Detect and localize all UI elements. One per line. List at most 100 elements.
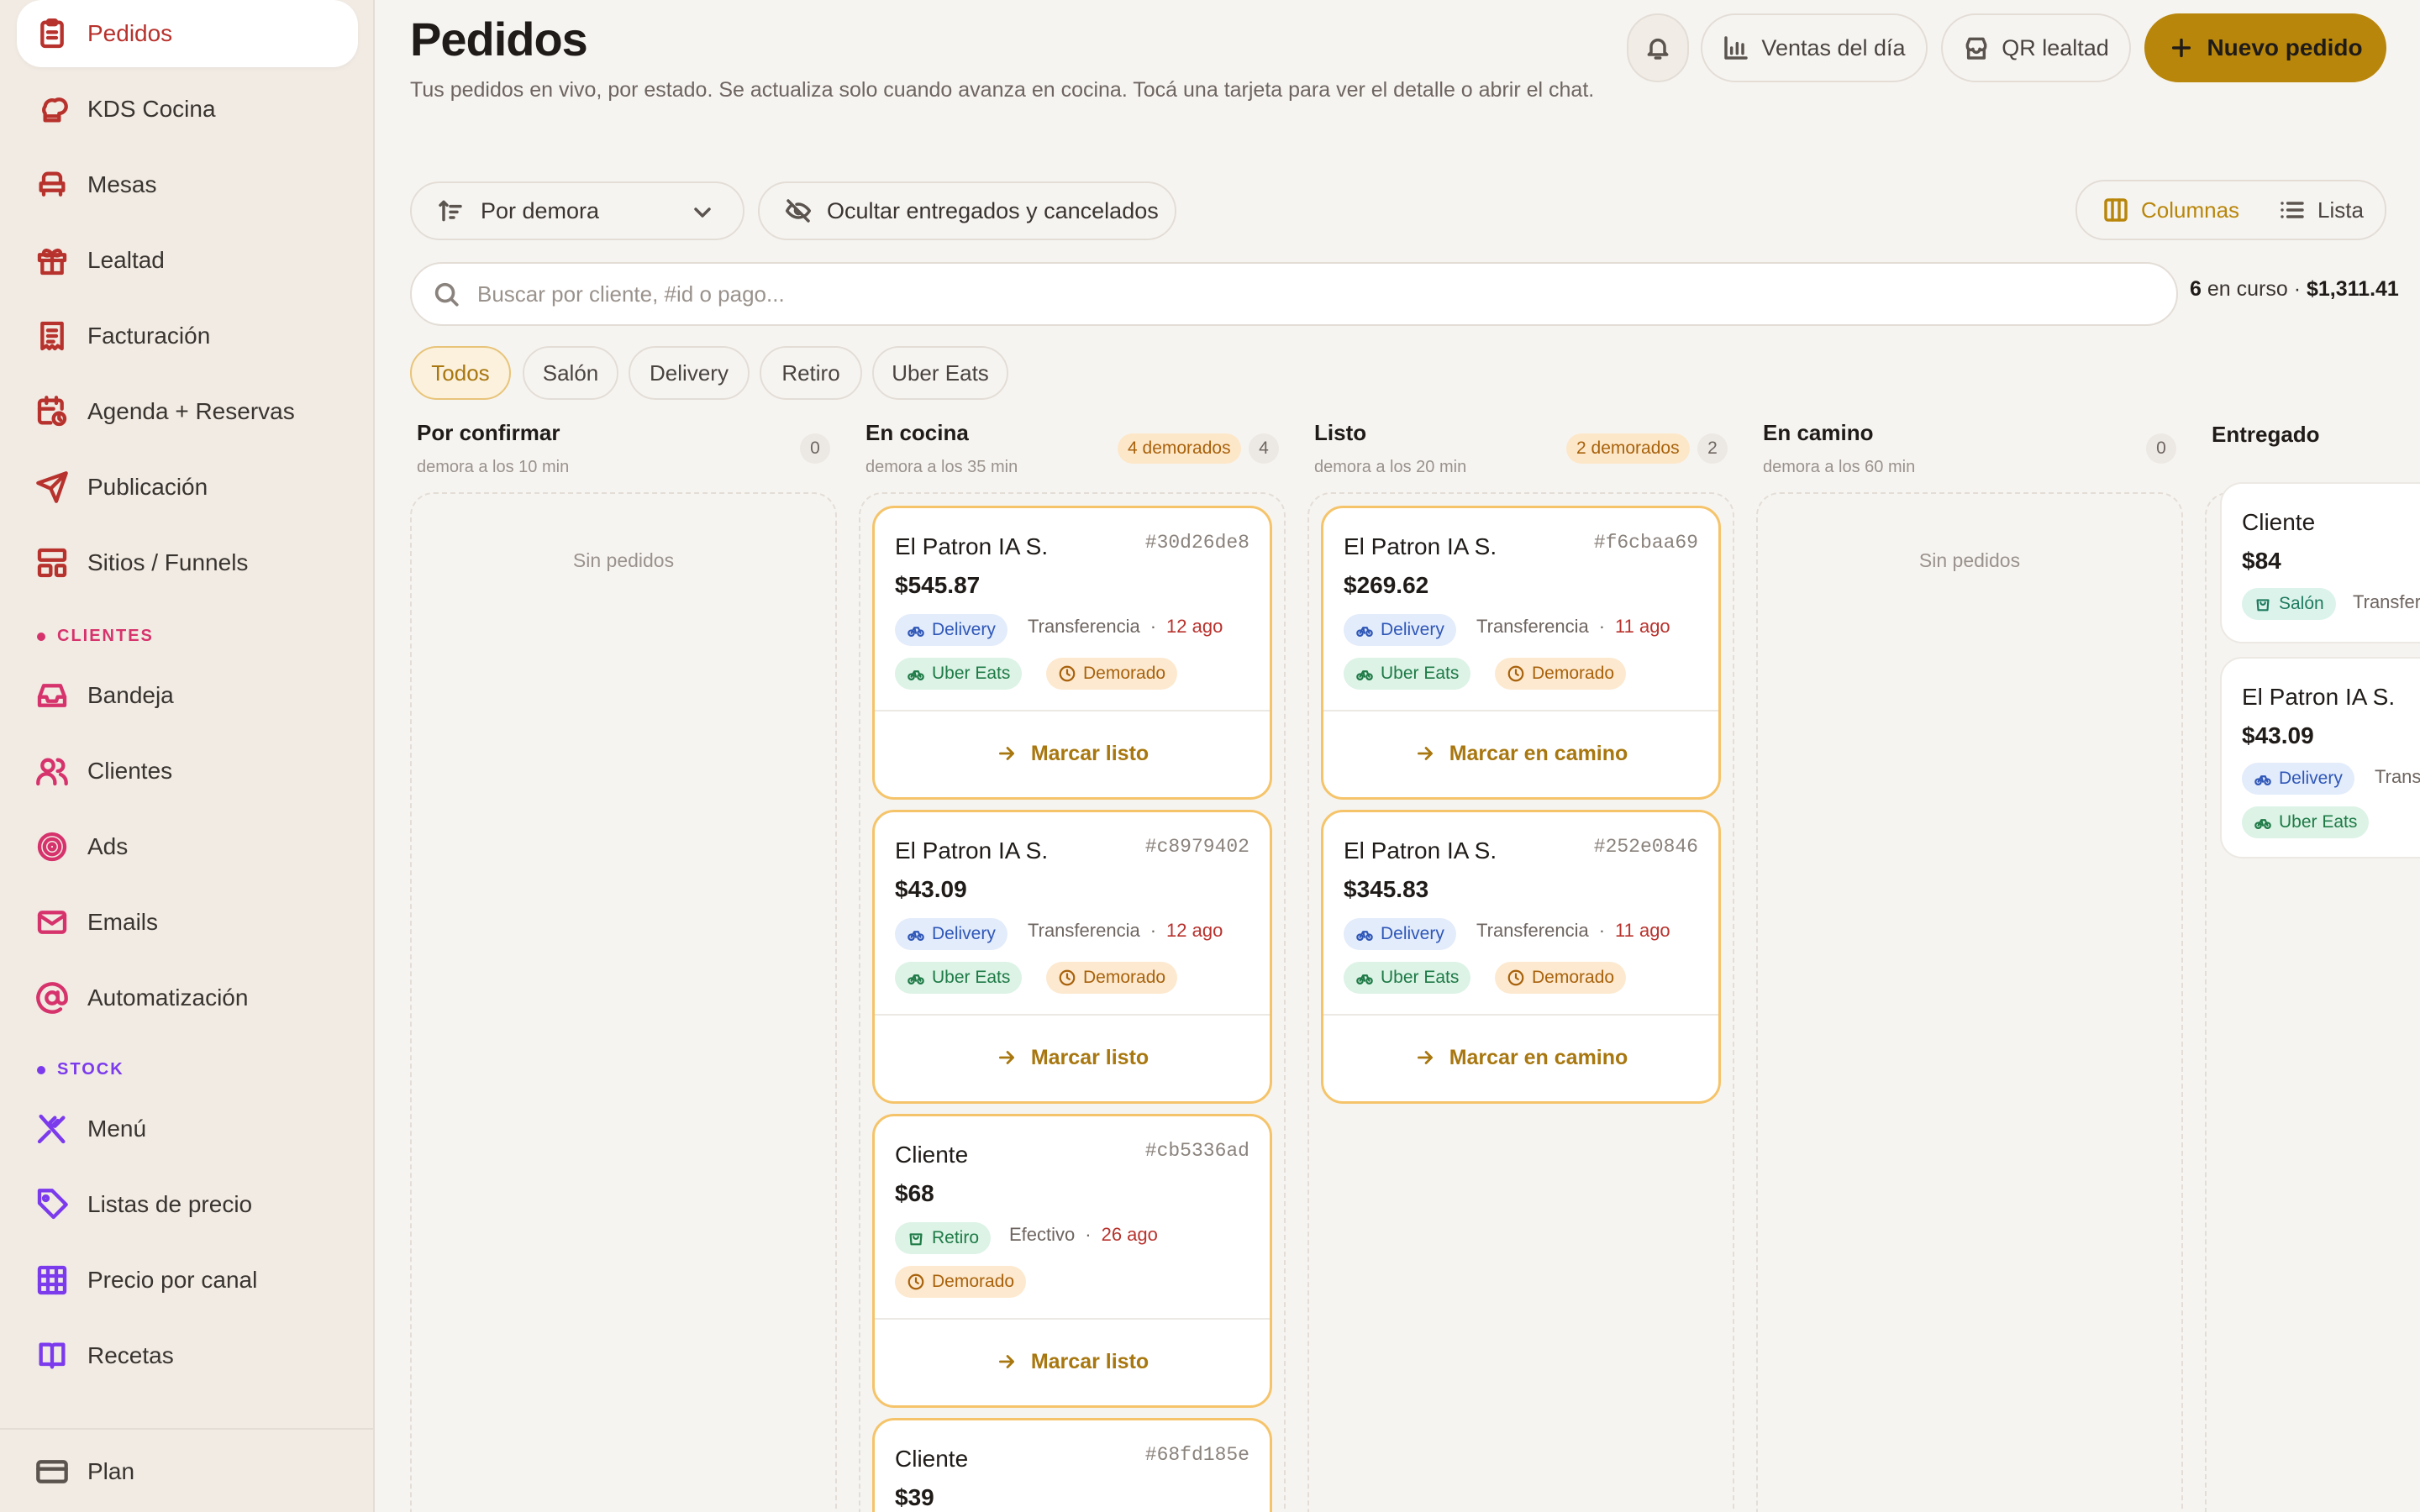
order-card[interactable]: Cliente #cb5336ad $68 Retiro Efectivo · 26… xyxy=(872,1114,1272,1408)
channel-label: Retiro xyxy=(932,1228,980,1247)
orders-summary: 6 en curso · $1,311.41 xyxy=(2190,277,2399,302)
bike-icon xyxy=(908,670,924,680)
sort-value: Por demora xyxy=(481,197,600,223)
notifications-button[interactable] xyxy=(1627,13,1689,82)
customer-name: El Patron IA S. xyxy=(895,533,1049,559)
bike-icon xyxy=(908,627,924,637)
sidebar-item-ads[interactable]: Ads xyxy=(17,813,358,880)
order-card[interactable]: El Patron IA S. $43.09 Delivery Trans Ub… xyxy=(2220,657,2420,858)
sidebar-item-lealtad[interactable]: Lealtad xyxy=(17,227,358,294)
channel-label: Delivery xyxy=(2279,769,2343,788)
nuevo-pedido-button[interactable]: Nuevo pedido xyxy=(2144,13,2386,82)
filter-chip-delivery[interactable]: Delivery xyxy=(629,346,750,400)
clock-icon xyxy=(908,1273,924,1290)
channel-tag: Retiro xyxy=(895,1222,992,1254)
sidebar-item-plan[interactable]: Plan xyxy=(0,1428,373,1512)
order-card[interactable]: El Patron IA S. #252e0846 $345.83 Delive… xyxy=(1321,810,1721,1104)
summary-count: 6 xyxy=(2190,277,2202,301)
late-tag: Demorado xyxy=(1495,962,1627,994)
shopping-bag-icon xyxy=(2256,599,2270,612)
sidebar-item-agenda[interactable]: Agenda + Reservas xyxy=(17,378,358,445)
filter-chip-salon[interactable]: Salón xyxy=(523,346,618,400)
sort-icon xyxy=(439,200,462,222)
sidebar-item-menu[interactable]: Menú xyxy=(17,1095,358,1163)
filter-chip-uber-eats[interactable]: Uber Eats xyxy=(872,346,1008,400)
section-clientes: CLIENTES xyxy=(37,627,154,646)
sidebar-item-publicacion[interactable]: Publicación xyxy=(17,454,358,521)
late-tag: Demorado xyxy=(1046,658,1178,690)
target-icon xyxy=(35,830,69,864)
mark-on-the-way-button[interactable]: Marcar en camino xyxy=(1323,711,1718,795)
section-label: STOCK xyxy=(57,1060,124,1079)
order-age: 11 ago xyxy=(1615,616,1670,637)
sidebar-item-label: Clientes xyxy=(87,758,173,784)
sidebar-item-emails[interactable]: Emails xyxy=(17,889,358,956)
bike-icon xyxy=(2254,775,2271,785)
mark-on-the-way-button[interactable]: Marcar en camino xyxy=(1323,1016,1718,1100)
sidebar-item-automatizacion[interactable]: Automatización xyxy=(17,964,358,1032)
sidebar-item-kds-cocina[interactable]: KDS Cocina xyxy=(17,76,358,143)
chevron-down-icon xyxy=(694,207,711,218)
sidebar-item-label: Recetas xyxy=(87,1342,174,1368)
channel-label: Delivery xyxy=(1381,620,1444,639)
sidebar-item-listas-precio[interactable]: Listas de precio xyxy=(17,1171,358,1238)
filter-chip-retiro[interactable]: Retiro xyxy=(760,346,862,400)
hide-delivered-toggle[interactable]: Ocultar entregados y cancelados xyxy=(758,181,1176,240)
sidebar-item-facturacion[interactable]: Facturación xyxy=(17,302,358,370)
view-list-label: Lista xyxy=(2317,197,2364,223)
sidebar-item-label: Bandeja xyxy=(87,682,174,708)
mark-ready-button[interactable]: Marcar listo xyxy=(875,1320,1270,1404)
platform-label: Uber Eats xyxy=(2279,812,2358,832)
sidebar-item-bandeja[interactable]: Bandeja xyxy=(17,662,358,729)
search-input[interactable] xyxy=(477,281,2074,307)
ventas-del-dia-button[interactable]: Ventas del día xyxy=(1701,13,1928,82)
bell-icon xyxy=(1647,39,1669,60)
sidebar-item-label: Listas de precio xyxy=(87,1191,253,1217)
payment-info: Transferencia · 11 ago xyxy=(1476,616,1670,637)
platform-tag: Uber Eats xyxy=(2242,806,2370,838)
section-label: CLIENTES xyxy=(57,627,154,645)
order-card[interactable]: Cliente #68fd185e $39 xyxy=(872,1418,1272,1512)
column-subtitle: demora a los 20 min xyxy=(1314,458,1467,476)
clock-icon xyxy=(1507,969,1524,986)
sidebar-item-sitios[interactable]: Sitios / Funnels xyxy=(17,529,358,596)
channel-tag: Delivery xyxy=(2242,763,2354,795)
sidebar-item-mesas[interactable]: Mesas xyxy=(17,151,358,218)
sidebar: Pedidos KDS Cocina Mesas Lealtad Factura… xyxy=(0,0,375,1512)
sidebar-item-clientes[interactable]: Clientes xyxy=(17,738,358,805)
sort-select[interactable]: Por demora xyxy=(410,181,744,240)
order-id: #68fd185e xyxy=(1144,1444,1249,1466)
channel-label: Salón xyxy=(2279,594,2324,613)
empty-state: Sin pedidos xyxy=(1918,549,2021,571)
payment-method: Transferencia xyxy=(1028,920,1140,941)
order-card[interactable]: Cliente $84 Salón Transfer xyxy=(2220,482,2420,643)
filter-chip-todos[interactable]: Todos xyxy=(410,346,511,400)
arrow-right-icon xyxy=(1417,1051,1433,1064)
mark-ready-button[interactable]: Marcar listo xyxy=(875,711,1270,795)
sidebar-item-pedidos[interactable]: Pedidos xyxy=(17,0,358,67)
order-card[interactable]: El Patron IA S. #c8979402 $43.09 Deliver… xyxy=(872,810,1272,1104)
column-entregado xyxy=(2205,492,2420,1512)
store-icon xyxy=(1965,37,1987,60)
order-amount: $68 xyxy=(895,1180,934,1206)
sidebar-item-label: Precio por canal xyxy=(87,1267,258,1293)
order-id: #30d26de8 xyxy=(1144,532,1249,554)
payment-info: Transferencia · 12 ago xyxy=(1028,920,1223,941)
bike-icon xyxy=(908,931,924,941)
view-columns-button[interactable]: Columnas xyxy=(2102,181,2239,239)
late-badge: 4 demorados xyxy=(1118,433,1241,464)
sidebar-item-recetas[interactable]: Recetas xyxy=(17,1322,358,1389)
view-list-button[interactable]: Lista xyxy=(2279,181,2364,239)
column-title: En camino xyxy=(1763,420,1874,445)
order-card[interactable]: El Patron IA S. #f6cbaa69 $269.62 Delive… xyxy=(1321,506,1721,800)
armchair-icon xyxy=(35,168,69,202)
sidebar-item-precio-canal[interactable]: Precio por canal xyxy=(17,1247,358,1314)
order-card[interactable]: El Patron IA S. #30d26de8 $545.87 Delive… xyxy=(872,506,1272,800)
customer-name: Cliente xyxy=(895,1142,969,1168)
sidebar-item-label: Sitios / Funnels xyxy=(87,549,249,575)
mark-ready-button[interactable]: Marcar listo xyxy=(875,1016,1270,1100)
view-toggle: Columnas Lista xyxy=(2075,180,2386,240)
section-stock: STOCK xyxy=(37,1060,124,1079)
nuevo-label: Nuevo pedido xyxy=(2207,34,2363,60)
qr-lealtad-button[interactable]: QR lealtad xyxy=(1941,13,2131,82)
